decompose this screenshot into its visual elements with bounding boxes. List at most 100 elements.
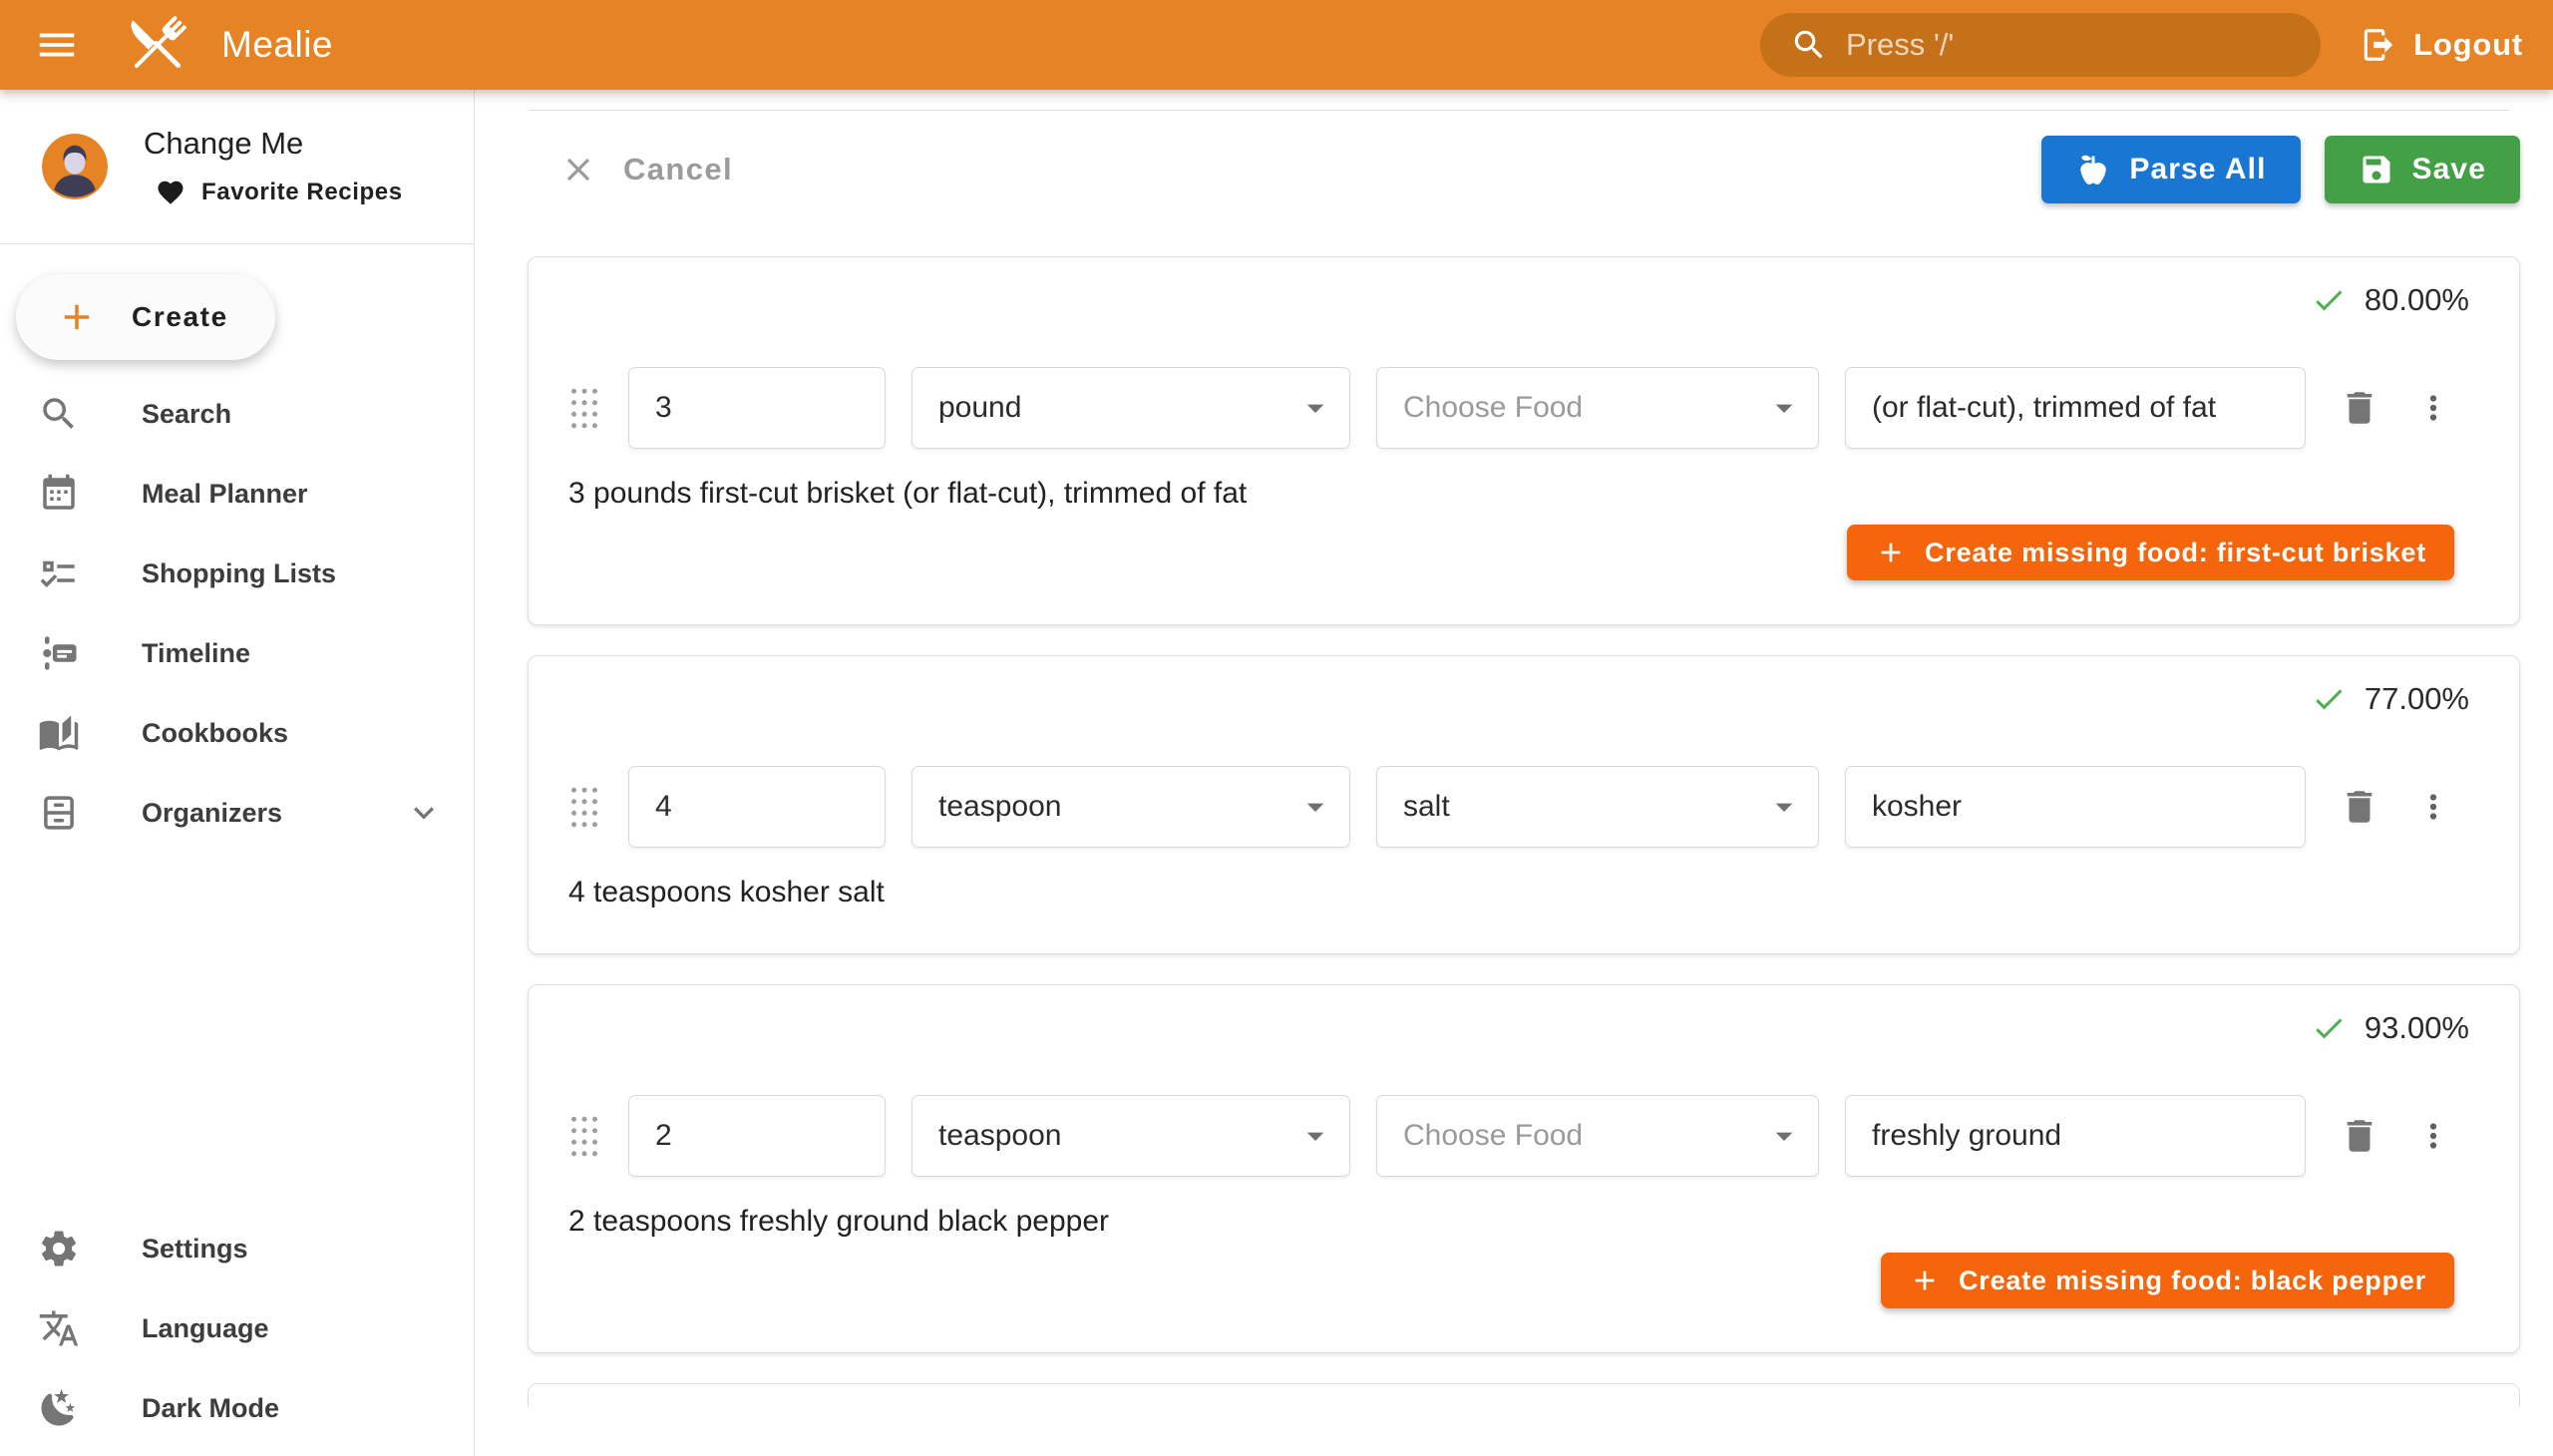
- global-search[interactable]: [1760, 13, 2321, 77]
- global-search-input[interactable]: [1846, 13, 2321, 77]
- check-icon: [2311, 681, 2347, 717]
- logout-label: Logout: [2413, 27, 2523, 63]
- kebab-icon: [2414, 788, 2452, 826]
- food-select[interactable]: Choose Food: [1376, 367, 1819, 449]
- parser-toolbar: Cancel Parse All Save: [559, 135, 2520, 204]
- ingredient-list: 80.00% pound Choose Food: [528, 256, 2520, 1407]
- search-icon: [1790, 26, 1828, 64]
- avatar: [42, 134, 108, 199]
- sidebar-item-settings[interactable]: Settings: [0, 1209, 474, 1288]
- create-missing-food-button[interactable]: Create missing food: first-cut brisket: [1847, 525, 2454, 580]
- drag-handle-icon[interactable]: [568, 1114, 600, 1158]
- save-icon: [2359, 152, 2394, 187]
- translate-icon: [38, 1307, 80, 1349]
- delete-button[interactable]: [2336, 1112, 2383, 1160]
- food-placeholder: Choose Food: [1403, 1119, 1583, 1153]
- menu-down-icon: [1764, 388, 1804, 428]
- gear-icon: [38, 1228, 80, 1270]
- food-select[interactable]: salt: [1376, 766, 1819, 848]
- ingredient-card-1: 80.00% pound Choose Food: [528, 256, 2520, 625]
- delete-button[interactable]: [2336, 384, 2383, 432]
- confidence-row: 77.00%: [568, 678, 2469, 720]
- ingredient-card-4-partial: [528, 1383, 2520, 1407]
- ingredient-card-3: 93.00% teaspoon Choose Food: [528, 984, 2520, 1353]
- mealie-logo-icon: [120, 7, 195, 83]
- confidence-value: 80.00%: [2365, 282, 2469, 318]
- drag-handle-icon[interactable]: [568, 785, 600, 829]
- sidebar: Change Me Favorite Recipes Create Search…: [0, 90, 475, 1456]
- unit-value: teaspoon: [938, 790, 1061, 824]
- trash-icon: [2339, 387, 2380, 429]
- confidence-value: 93.00%: [2365, 1010, 2469, 1046]
- original-ingredient-text: 4 teaspoons kosher salt: [568, 876, 2469, 910]
- create-missing-food-label: Create missing food: first-cut brisket: [1925, 538, 2426, 568]
- quantity-input[interactable]: [628, 766, 886, 848]
- ingredient-fields-row: teaspoon salt: [568, 766, 2469, 848]
- chevron-down-icon[interactable]: [404, 793, 444, 833]
- sidebar-item-language[interactable]: Language: [0, 1288, 474, 1368]
- checklist-icon: [38, 552, 80, 594]
- sidebar-item-meal-planner[interactable]: Meal Planner: [0, 454, 474, 534]
- create-missing-food-label: Create missing food: black pepper: [1959, 1266, 2426, 1296]
- drag-handle-icon[interactable]: [568, 386, 600, 430]
- more-options-button[interactable]: [2411, 785, 2455, 829]
- sidebar-item-timeline[interactable]: Timeline: [0, 613, 474, 693]
- quantity-input[interactable]: [628, 1095, 886, 1177]
- food-select[interactable]: Choose Food: [1376, 1095, 1819, 1177]
- trash-icon: [2339, 786, 2380, 828]
- unit-select[interactable]: pound: [912, 367, 1350, 449]
- unit-value: teaspoon: [938, 1119, 1061, 1153]
- plus-icon: [1875, 537, 1907, 568]
- plus-icon: [1909, 1265, 1941, 1296]
- sidebar-divider: [0, 243, 474, 244]
- ingredient-fields-row: teaspoon Choose Food: [568, 1095, 2469, 1177]
- app-title: Mealie: [221, 24, 333, 66]
- menu-down-icon: [1295, 787, 1335, 827]
- unit-value: pound: [938, 391, 1021, 425]
- unit-select[interactable]: teaspoon: [912, 1095, 1350, 1177]
- parse-all-button[interactable]: Parse All: [2041, 136, 2300, 203]
- cancel-button[interactable]: Cancel: [559, 151, 733, 188]
- note-input[interactable]: [1845, 1095, 2306, 1177]
- quantity-input[interactable]: [628, 367, 886, 449]
- sidebar-item-search[interactable]: Search: [0, 374, 474, 454]
- save-label: Save: [2412, 153, 2486, 186]
- create-missing-food-button[interactable]: Create missing food: black pepper: [1881, 1253, 2454, 1308]
- food-value: salt: [1403, 790, 1450, 824]
- sidebar-item-shopping-lists[interactable]: Shopping Lists: [0, 534, 474, 613]
- hamburger-menu-button[interactable]: [22, 10, 92, 80]
- user-profile-block[interactable]: Change Me Favorite Recipes: [0, 90, 474, 243]
- menu-down-icon: [1295, 1116, 1335, 1156]
- note-input[interactable]: [1845, 367, 2306, 449]
- original-ingredient-text: 3 pounds first-cut brisket (or flat-cut)…: [568, 477, 2469, 511]
- confidence-value: 77.00%: [2365, 681, 2469, 717]
- magnify-icon: [38, 393, 80, 435]
- create-label: Create: [132, 301, 228, 333]
- save-button[interactable]: Save: [2325, 136, 2520, 203]
- apple-icon: [2075, 152, 2111, 187]
- more-options-button[interactable]: [2411, 1114, 2455, 1158]
- main-content: Cancel Parse All Save 80.00%: [476, 90, 2553, 1456]
- kebab-icon: [2414, 389, 2452, 427]
- section-divider: [529, 110, 2509, 111]
- sidebar-item-favorite-recipes[interactable]: Favorite Recipes: [156, 178, 403, 207]
- sidebar-item-dark-mode[interactable]: Dark Mode: [0, 1368, 474, 1448]
- create-button[interactable]: Create: [16, 274, 275, 360]
- sidebar-item-organizers[interactable]: Organizers: [0, 773, 474, 853]
- logout-button[interactable]: Logout: [2360, 0, 2523, 90]
- confidence-row: 80.00%: [568, 279, 2469, 321]
- calendar-icon: [38, 473, 80, 515]
- check-icon: [2311, 1010, 2347, 1046]
- ingredient-card-2: 77.00% teaspoon salt: [528, 655, 2520, 954]
- unit-select[interactable]: teaspoon: [912, 766, 1350, 848]
- more-options-button[interactable]: [2411, 386, 2455, 430]
- moon-icon: [38, 1387, 80, 1429]
- drawer-icon: [38, 792, 80, 834]
- delete-button[interactable]: [2336, 783, 2383, 831]
- plus-icon: [56, 296, 98, 338]
- open-book-icon: [38, 712, 80, 754]
- logout-icon: [2360, 26, 2397, 64]
- note-input[interactable]: [1845, 766, 2306, 848]
- user-name: Change Me: [144, 126, 403, 162]
- sidebar-item-cookbooks[interactable]: Cookbooks: [0, 693, 474, 773]
